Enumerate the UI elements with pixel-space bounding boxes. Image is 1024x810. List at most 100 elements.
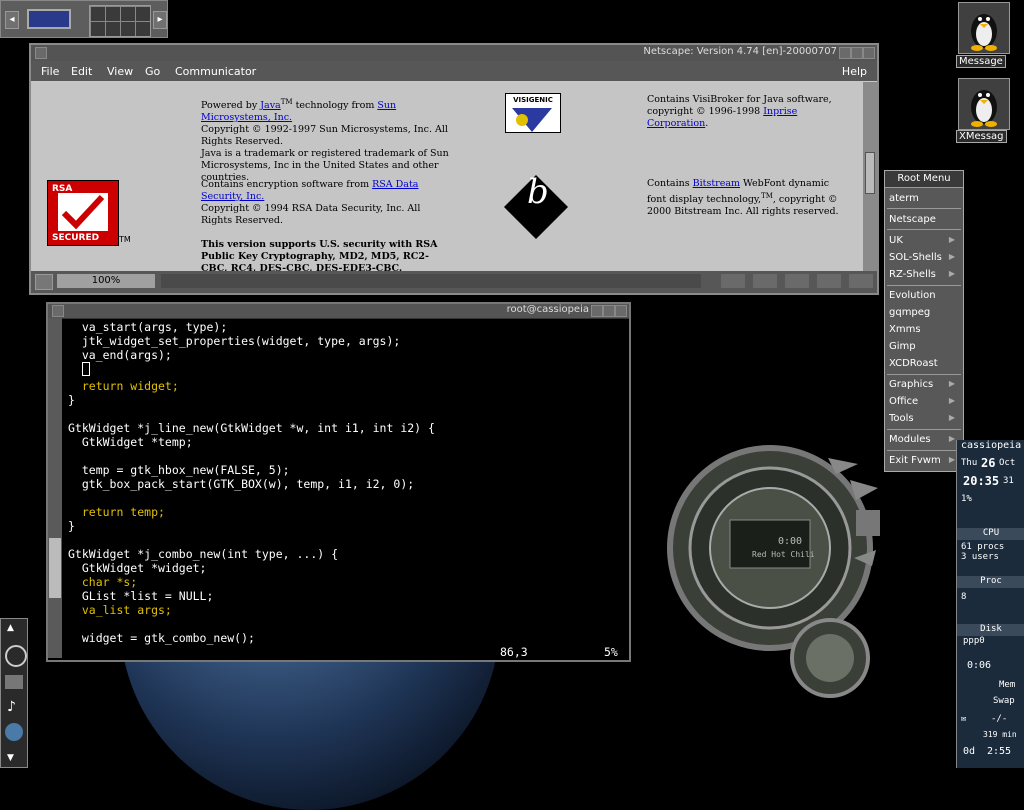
scroll-thumb[interactable] xyxy=(49,538,61,598)
code-line: GtkWidget *j_line_new(GtkWidget *w, int … xyxy=(68,421,435,435)
terminal-scrollbar[interactable] xyxy=(48,318,62,658)
netscape-window[interactable]: Netscape: Version 4.74 [en]-20000707 Fil… xyxy=(29,43,879,295)
menu-separator xyxy=(887,229,961,230)
menu-item-gimp[interactable]: Gimp xyxy=(889,341,916,352)
compose-mail-icon[interactable] xyxy=(849,274,873,288)
submenu-arrow-icon: ▶ xyxy=(948,413,955,422)
terminal-titlebar[interactable]: root@cassiopeia xyxy=(48,304,629,319)
menu-item-xcdroast[interactable]: XCDRoast xyxy=(889,358,938,369)
maximize-button[interactable] xyxy=(851,47,863,59)
navigator-icon[interactable] xyxy=(721,274,745,288)
xmessage-icon-label: XMessag xyxy=(956,130,1007,143)
submenu-arrow-icon: ▶ xyxy=(948,252,955,261)
visigenic-logo: VISIGENIC xyxy=(505,93,561,133)
penguin-icon xyxy=(971,90,997,127)
scroll-thumb[interactable] xyxy=(865,152,875,194)
toolbar-up-arrow-icon[interactable]: ▲ xyxy=(7,623,14,633)
globe-icon[interactable] xyxy=(5,723,23,741)
submenu-arrow-icon: ▶ xyxy=(948,269,955,278)
menu-edit[interactable]: Edit xyxy=(71,65,92,78)
cpu-label: CPU xyxy=(957,528,1024,540)
menu-item-netscape[interactable]: Netscape xyxy=(889,214,936,225)
netscape-statusbar: 100% xyxy=(31,271,877,293)
player-track-title: Red Hot Chili xyxy=(752,550,815,559)
submenu-arrow-icon: ▶ xyxy=(948,396,955,405)
security-lock-icon[interactable] xyxy=(35,274,53,290)
close-button[interactable] xyxy=(863,47,875,59)
inbox-icon[interactable] xyxy=(753,274,777,288)
code-line: } xyxy=(68,519,75,533)
xmessage-penguin-icon[interactable] xyxy=(958,78,1010,130)
rsa-credit-text: Contains encryption software from RSA Da… xyxy=(201,179,419,202)
rsa-secured-logo: RSA SECURED xyxy=(47,180,119,246)
menu-file[interactable]: File xyxy=(41,65,59,78)
menu-item-rz-shells[interactable]: RZ-Shells ▶ xyxy=(889,269,959,280)
menu-go[interactable]: Go xyxy=(145,65,160,78)
mail-icon[interactable]: ✉ xyxy=(961,714,966,724)
discussions-icon[interactable] xyxy=(785,274,809,288)
menu-item-xmms[interactable]: Xmms xyxy=(889,324,921,335)
code-line: jtk_widget_set_properties(widget, type, … xyxy=(68,334,401,348)
code-line: char *s; xyxy=(68,575,138,589)
code-line: GList *list = NULL; xyxy=(68,589,214,603)
gnome-foot-icon[interactable] xyxy=(5,645,27,667)
terminal-window[interactable]: root@cassiopeia va_start(args, type); jt… xyxy=(46,302,631,662)
code-view[interactable]: va_start(args, type); jtk_widget_set_pro… xyxy=(68,320,435,645)
netscape-titlebar[interactable]: Netscape: Version 4.74 [en]-20000707 xyxy=(31,45,877,62)
pager-mini-window[interactable] xyxy=(27,9,71,29)
desktop-pager[interactable]: ◂ ▸ xyxy=(0,0,168,38)
weekday: Thu xyxy=(961,458,978,468)
pager-left-button[interactable]: ◂ xyxy=(5,11,19,29)
minimize-button[interactable] xyxy=(839,47,851,59)
java-link[interactable]: Java xyxy=(260,100,281,111)
menu-communicator[interactable]: Communicator xyxy=(175,65,256,78)
toolbar-down-arrow-icon[interactable]: ▼ xyxy=(7,753,14,763)
menu-view[interactable]: View xyxy=(107,65,133,78)
penguin-icon xyxy=(971,14,997,51)
file-percent: 5% xyxy=(604,645,618,659)
cursor-position: 86,3 xyxy=(500,645,528,659)
composer-icon[interactable] xyxy=(817,274,841,288)
proc-value: 8 xyxy=(961,592,967,602)
media-player[interactable]: 0:00 Red Hot Chili xyxy=(650,430,900,700)
menu-item-aterm[interactable]: aterm xyxy=(889,193,919,204)
menu-item-uk[interactable]: UK ▶ xyxy=(889,235,959,246)
submenu-arrow-icon: ▶ xyxy=(948,235,955,244)
player-time: 0:00 xyxy=(778,536,803,547)
menu-item-office[interactable]: Office ▶ xyxy=(889,396,959,407)
month: Oct xyxy=(999,458,1016,468)
menu-item-evolution[interactable]: Evolution xyxy=(889,290,936,301)
netscape-scrollbar[interactable] xyxy=(863,82,877,273)
window-menu-button[interactable] xyxy=(52,305,64,317)
users-count: 3 users xyxy=(961,552,999,562)
menu-item-sol-shells[interactable]: SOL-Shells ▶ xyxy=(889,252,959,263)
player-skin xyxy=(667,445,880,698)
ppp-time: 0:06 xyxy=(967,660,992,671)
close-button[interactable] xyxy=(615,305,627,317)
menu-separator xyxy=(887,374,961,375)
day-number: 26 xyxy=(981,456,996,470)
root-menu[interactable]: Root Menu aterm Netscape UK ▶ SOL-Shells ▶… xyxy=(884,170,964,472)
menu-item-graphics[interactable]: Graphics ▶ xyxy=(889,379,959,390)
code-line: widget = gtk_combo_new(); xyxy=(68,631,255,645)
proc-label: Proc xyxy=(957,576,1024,588)
menu-item-gqmpeg[interactable]: gqmpeg xyxy=(889,307,930,318)
code-line: GtkWidget *widget; xyxy=(68,561,207,575)
message-penguin-icon[interactable] xyxy=(958,2,1010,54)
maximize-button[interactable] xyxy=(603,305,615,317)
pager-desk-grid[interactable] xyxy=(89,5,151,37)
code-line: } xyxy=(68,393,75,407)
music-note-icon[interactable]: ♪ xyxy=(7,699,16,715)
visibroker-text: Contains VisiBroker for Java software, c… xyxy=(647,94,832,129)
menu-help[interactable]: Help xyxy=(842,65,867,78)
bitstream-link[interactable]: Bitstream xyxy=(693,178,740,189)
window-menu-button[interactable] xyxy=(35,47,47,59)
terminal-launcher-icon[interactable] xyxy=(5,675,23,689)
cpu-percent: 1% xyxy=(961,494,972,504)
procs-count: 61 procs xyxy=(961,542,1005,552)
pager-right-button[interactable]: ▸ xyxy=(153,11,167,29)
menu-item-tools[interactable]: Tools ▶ xyxy=(889,413,959,424)
minimize-button[interactable] xyxy=(591,305,603,317)
terminal-title: root@cassiopeia xyxy=(506,304,589,315)
battery-time: 319 min xyxy=(983,730,1017,739)
